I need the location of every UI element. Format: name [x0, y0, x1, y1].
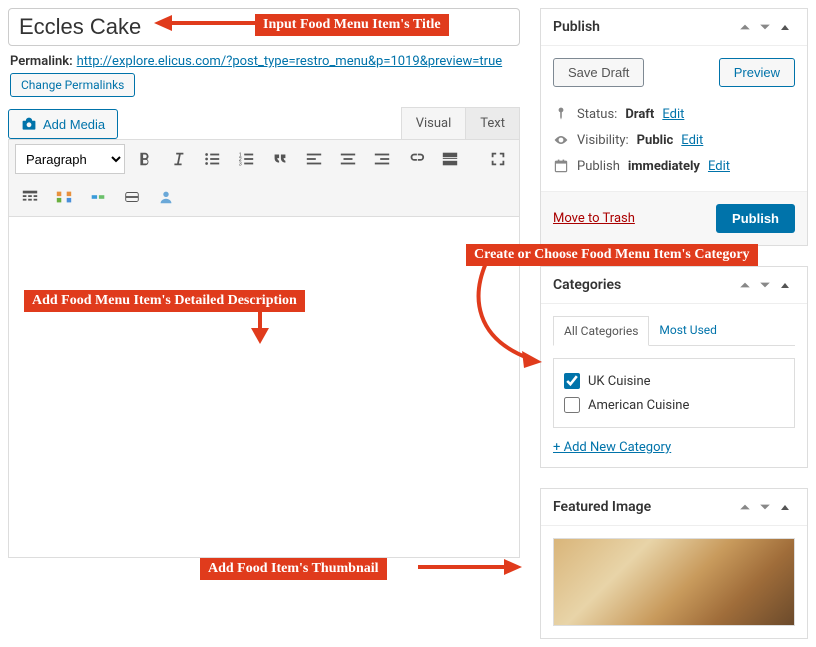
columns-button[interactable]	[83, 182, 113, 212]
featured-image-panel-title: Featured Image	[553, 499, 735, 515]
align-right-button[interactable]	[367, 144, 397, 174]
preview-button[interactable]: Preview	[719, 58, 795, 87]
chevron-down-icon[interactable]	[755, 17, 775, 37]
triangle-up-icon[interactable]	[775, 275, 795, 295]
format-select[interactable]: Paragraph	[15, 144, 125, 174]
camera-icon	[21, 116, 37, 132]
schedule-label: Publish	[577, 159, 620, 174]
title-input[interactable]	[8, 8, 520, 46]
schedule-value: immediately	[628, 159, 700, 174]
chevron-up-icon[interactable]	[735, 17, 755, 37]
bold-button[interactable]	[129, 144, 159, 174]
chevron-down-icon[interactable]	[755, 497, 775, 517]
read-more-button[interactable]	[435, 144, 465, 174]
numbered-list-button[interactable]: 123	[231, 144, 261, 174]
visibility-value: Public	[637, 133, 674, 148]
schedule-edit-link[interactable]: Edit	[708, 159, 730, 174]
category-label: UK Cuisine	[588, 374, 651, 389]
publish-button[interactable]: Publish	[716, 204, 795, 233]
divider-button[interactable]	[117, 182, 147, 212]
change-permalinks-button[interactable]: Change Permalinks	[10, 73, 135, 97]
quote-button[interactable]	[265, 144, 295, 174]
toolbar-toggle-button[interactable]	[15, 182, 45, 212]
eye-icon	[553, 132, 569, 148]
category-item[interactable]: UK Cuisine	[564, 369, 784, 393]
tab-visual[interactable]: Visual	[401, 107, 467, 139]
toolbar: Paragraph 123	[9, 140, 519, 217]
triangle-up-icon[interactable]	[775, 497, 795, 517]
category-list: UK Cuisine American Cuisine	[553, 358, 795, 428]
featured-image-thumbnail[interactable]	[553, 538, 795, 626]
fullscreen-button[interactable]	[483, 144, 513, 174]
featured-image-panel: Featured Image	[540, 488, 808, 639]
permalink-url[interactable]: http://explore.elicus.com/?post_type=res…	[77, 54, 503, 69]
permalink-label: Permalink:	[10, 54, 73, 69]
category-checkbox[interactable]	[564, 397, 580, 413]
shortcode-button[interactable]	[49, 182, 79, 212]
tab-all-categories[interactable]: All Categories	[553, 316, 649, 346]
align-center-button[interactable]	[333, 144, 363, 174]
categories-panel: Categories All Categories Most Used UK C…	[540, 266, 808, 468]
user-button[interactable]	[151, 182, 181, 212]
add-media-label: Add Media	[43, 117, 105, 132]
publish-panel-title: Publish	[553, 19, 735, 35]
italic-button[interactable]	[163, 144, 193, 174]
add-new-category-link[interactable]: + Add New Category	[553, 440, 671, 455]
status-edit-link[interactable]: Edit	[662, 107, 684, 122]
save-draft-button[interactable]: Save Draft	[553, 58, 644, 87]
content-textarea[interactable]	[9, 217, 519, 557]
move-to-trash-link[interactable]: Move to Trash	[553, 211, 635, 226]
status-value: Draft	[625, 107, 654, 122]
chevron-down-icon[interactable]	[755, 275, 775, 295]
link-button[interactable]	[401, 144, 431, 174]
category-item[interactable]: American Cuisine	[564, 393, 784, 417]
align-left-button[interactable]	[299, 144, 329, 174]
chevron-up-icon[interactable]	[735, 497, 755, 517]
category-checkbox[interactable]	[564, 373, 580, 389]
svg-text:3: 3	[239, 161, 242, 167]
category-label: American Cuisine	[588, 398, 689, 413]
add-media-button[interactable]: Add Media	[8, 109, 118, 139]
editor: Paragraph 123	[8, 139, 520, 558]
tab-most-used[interactable]: Most Used	[649, 316, 727, 346]
status-label: Status:	[577, 107, 617, 122]
permalink-row: Permalink: http://explore.elicus.com/?po…	[8, 46, 520, 107]
publish-panel: Publish Save Draft Preview Status: Draft…	[540, 8, 808, 246]
categories-panel-title: Categories	[553, 277, 735, 293]
tab-text[interactable]: Text	[465, 107, 520, 139]
editor-tabs: Visual Text	[401, 107, 520, 139]
calendar-icon	[553, 158, 569, 174]
chevron-up-icon[interactable]	[735, 275, 755, 295]
visibility-label: Visibility:	[577, 133, 629, 148]
pin-icon	[553, 106, 569, 122]
bullet-list-button[interactable]	[197, 144, 227, 174]
visibility-edit-link[interactable]: Edit	[681, 133, 703, 148]
triangle-up-icon[interactable]	[775, 17, 795, 37]
